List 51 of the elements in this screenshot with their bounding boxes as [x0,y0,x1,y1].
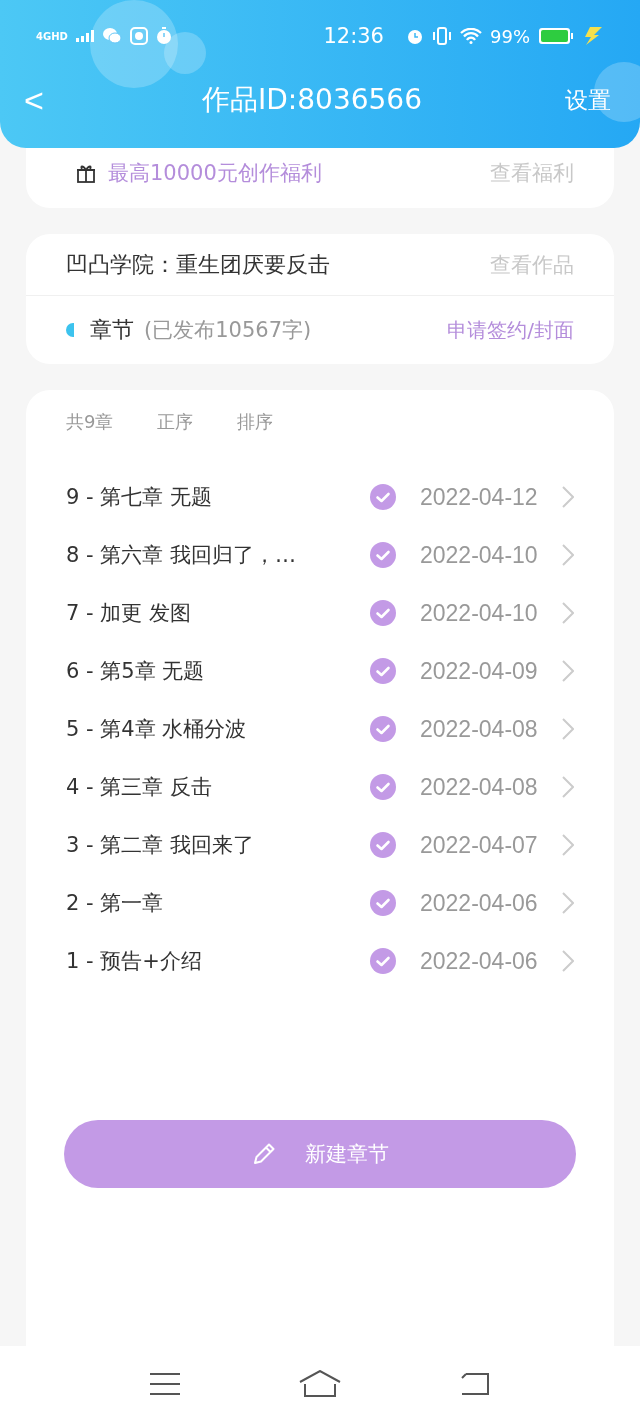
chapter-date: 2022-04-10 [420,541,538,569]
back-icon[interactable] [460,1372,491,1396]
chapter-title[interactable]: 7 - 加更 发图 [66,599,370,627]
status-time: 12:36 [323,24,384,48]
chapter-date: 2022-04-06 [420,947,538,975]
chapter-date: 2022-04-06 [420,889,538,917]
pencil-icon [251,1141,277,1167]
published-count: (已发布10567字) [144,317,313,344]
menu-icon[interactable] [149,1372,180,1396]
section-marker-icon [66,323,74,337]
section-label: 章节 [90,316,134,344]
chapter-date: 2022-04-07 [420,831,538,859]
chevron-icon [562,892,574,914]
app-icon [129,27,148,45]
chevron-icon [562,950,574,972]
chapter-date: 2022-04-12 [420,483,538,511]
network-indicator: 4GHD [36,30,68,42]
chapter-title[interactable]: 9 - 第七章 无题 [66,483,370,511]
chevron-icon [562,776,574,798]
chapter-title[interactable]: 5 - 第4章 水桶分波 [66,715,370,743]
vibrate-icon [432,27,452,45]
work-title: 凹凸学院：重生团厌要反击 [66,250,331,279]
chevron-icon [562,718,574,740]
chat-icon [101,27,122,45]
battery-icon [538,27,574,45]
chevron-icon [562,660,574,682]
chapter-count: 共9章 [66,410,114,434]
chevron-icon [562,486,574,508]
battery-percent: 99% [490,25,530,47]
chapter-title[interactable]: 1 - 预告+介绍 [66,947,370,975]
chapter-date: 2022-04-10 [420,599,538,627]
chapter-title[interactable]: 4 - 第三章 反击 [66,773,370,801]
chapter-date: 2022-04-09 [420,657,538,685]
chapter-date: 2022-04-08 [420,715,538,743]
signal-icon [75,30,94,42]
chevron-icon [562,834,574,856]
chapter-date: 2022-04-08 [420,773,538,801]
chevron-icon [562,602,574,624]
chevron-icon [562,544,574,566]
lightning-icon [582,27,604,45]
benefit-text: 最高10000元创作福利 [108,160,323,187]
gift-icon [76,163,96,183]
alarm-icon [406,27,424,45]
timer-icon [155,27,172,45]
chapter-title[interactable]: 3 - 第二章 我回来了 [66,831,370,859]
page-title: 作品ID:8036566 [201,82,423,118]
home-icon[interactable] [299,1370,341,1398]
wifi-icon [460,28,482,44]
chapter-title[interactable]: 6 - 第5章 无题 [66,657,370,685]
chapter-title[interactable]: 8 - 第六章 我回归了，… [66,541,370,569]
chapter-title[interactable]: 2 - 第一章 [66,889,370,917]
